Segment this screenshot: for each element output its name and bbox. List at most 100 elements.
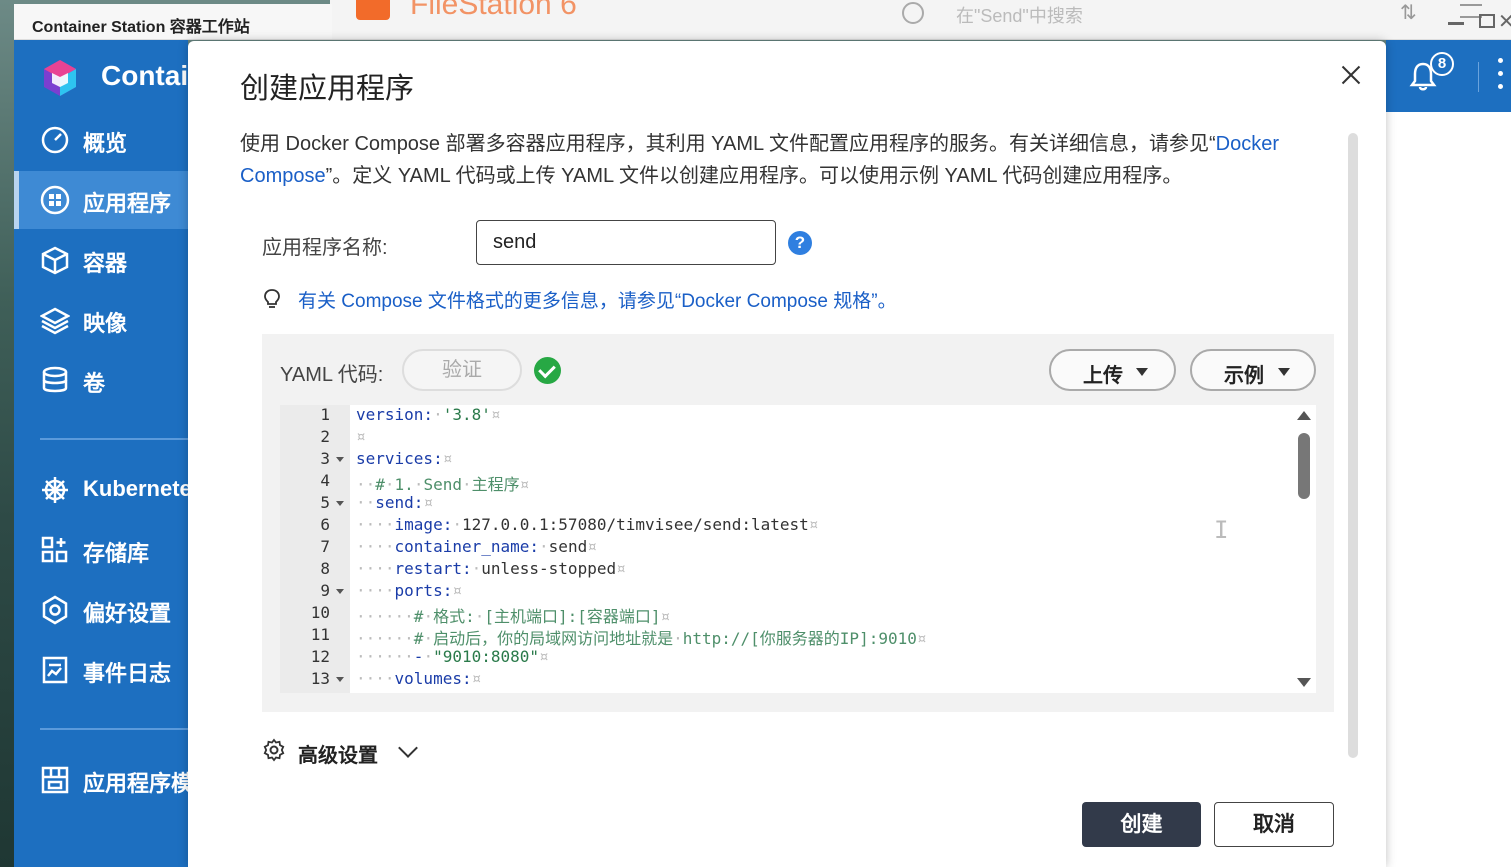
- line-number: 3: [320, 449, 330, 468]
- sidebar-item-containers[interactable]: 容器: [14, 231, 188, 289]
- caret-down-icon: [1278, 368, 1290, 376]
- text-cursor-icon: I: [1214, 516, 1229, 544]
- gear-icon: [42, 595, 68, 625]
- app-name-label: 应用程序名称:: [262, 237, 388, 259]
- gear-icon: [263, 738, 285, 762]
- help-icon[interactable]: ?: [788, 231, 812, 255]
- code-line: version:·'3.8'¤: [356, 405, 501, 424]
- sidebar-item-repository[interactable]: 存储库: [14, 521, 188, 579]
- editor-scrollbar[interactable]: [1298, 433, 1310, 499]
- database-icon: [42, 366, 68, 393]
- sidebar-item-label: 卷: [83, 371, 106, 396]
- chevron-down-icon[interactable]: [398, 738, 418, 758]
- sidebar-item-app-templates[interactable]: 应用程序模板: [14, 751, 215, 809]
- description-text: 使用 Docker Compose 部署多容器应用程序，其利用 YAML 文件配…: [240, 133, 1216, 155]
- fold-toggle-icon[interactable]: [336, 589, 344, 594]
- topbar-divider: [1478, 62, 1479, 92]
- verify-button[interactable]: 验证: [402, 349, 522, 391]
- window-title: Container Station 容器工作站: [32, 19, 250, 36]
- code-line: ······-·"9010:8080"¤: [356, 647, 549, 666]
- code-line: ····container_name:·send¤: [356, 537, 597, 556]
- sidebar-item-label: 应用程序: [83, 191, 172, 216]
- line-number: 4: [320, 471, 330, 490]
- minimize-icon[interactable]: [1446, 10, 1466, 30]
- line-number: 2: [320, 427, 330, 446]
- sidebar-item-images[interactable]: 映像: [14, 291, 188, 349]
- maximize-icon[interactable]: [1476, 10, 1496, 30]
- check-circle-icon: [534, 357, 561, 384]
- line-number: 6: [320, 515, 330, 534]
- sidebar-item-label: 概览: [83, 131, 128, 156]
- line-number: 12: [310, 647, 330, 666]
- close-icon[interactable]: [1338, 63, 1364, 89]
- code-line: ····restart:·unless-stopped¤: [356, 559, 626, 578]
- app-name-input[interactable]: [476, 220, 776, 265]
- code-line: ··send:¤: [356, 493, 434, 512]
- line-number: 5: [320, 493, 330, 512]
- sidebar-item-kubernetes[interactable]: Kubernetes: [14, 461, 204, 519]
- dialog-description: 使用 Docker Compose 部署多容器应用程序，其利用 YAML 文件配…: [240, 128, 1340, 192]
- sidebar-item-label: 容器: [83, 251, 128, 276]
- notification-count-badge: 8: [1430, 52, 1454, 76]
- line-number: 13: [310, 669, 330, 688]
- container-station-logo-icon: [44, 60, 76, 96]
- lightbulb-icon: [264, 289, 280, 308]
- fold-toggle-icon[interactable]: [336, 457, 344, 462]
- topbar-actions: 8: [1386, 40, 1511, 112]
- code-line: ····volumes:¤: [356, 669, 482, 688]
- window-close-icon[interactable]: ✕: [1498, 12, 1511, 32]
- scroll-down-arrow-icon[interactable]: [1297, 678, 1311, 687]
- more-options-icon[interactable]: [1498, 58, 1504, 94]
- sidebar-item-label: 存储库: [83, 541, 150, 566]
- sidebar-item-label: 事件日志: [83, 661, 172, 686]
- template-icon: [41, 766, 69, 794]
- code-line: ····image:·127.0.0.1:57080/timvisee/send…: [356, 515, 819, 534]
- example-button[interactable]: 示例: [1190, 349, 1316, 391]
- line-number: 10: [310, 603, 330, 622]
- compose-spec-link[interactable]: 有关 Compose 文件格式的更多信息，请参见“Docker Compose …: [298, 286, 897, 313]
- create-app-dialog: 创建应用程序 使用 Docker Compose 部署多容器应用程序，其利用 Y…: [188, 41, 1386, 867]
- layers-icon: [40, 307, 70, 335]
- fold-toggle-icon[interactable]: [336, 677, 344, 682]
- apps-icon: [40, 185, 70, 215]
- code-line: ······#·启动后，你的局域网访问地址就是·http://[你服务器的IP]…: [356, 629, 927, 648]
- sidebar-item-preferences[interactable]: 偏好设置: [14, 581, 188, 639]
- window-titlebar: Container Station 容器工作站: [14, 4, 332, 40]
- sidebar-item-apps[interactable]: 应用程序: [14, 171, 188, 229]
- yaml-code-label: YAML 代码:: [280, 364, 384, 386]
- sidebar-item-event-log[interactable]: 事件日志: [14, 641, 188, 699]
- code-line: ··#·1.·Send·主程序¤: [356, 475, 530, 494]
- advanced-settings-toggle[interactable]: 高级设置: [298, 739, 378, 768]
- repo-icon: [41, 536, 68, 563]
- line-number: 7: [320, 537, 330, 556]
- yaml-code-editor[interactable]: 1 version:·'3.8'¤ 2 ¤ 3 services:¤ 4 ··#·1.·Sen…: [280, 405, 1316, 693]
- code-line: ····ports:¤: [356, 581, 462, 600]
- dialog-scrollbar[interactable]: [1348, 133, 1358, 758]
- line-number: 11: [310, 625, 330, 644]
- sidebar-divider: [40, 728, 188, 730]
- create-button[interactable]: 创建: [1082, 802, 1201, 847]
- sidebar: Container Station 概览 应用程序 容器 映像 卷 Kubern…: [14, 40, 334, 867]
- code-line: services:¤: [356, 449, 453, 468]
- yaml-panel: YAML 代码: 验证 上传 示例 1 version:·'3.8'¤ 2 ¤ 3 ser…: [262, 334, 1334, 712]
- main-content-area: [1386, 112, 1511, 867]
- cancel-button[interactable]: 取消: [1214, 802, 1334, 847]
- line-number: 1: [320, 405, 330, 424]
- line-number: 8: [320, 559, 330, 578]
- line-number: 9: [320, 581, 330, 600]
- upload-button-label: 上传: [1083, 365, 1123, 387]
- sidebar-divider: [40, 438, 188, 440]
- sidebar-item-label: Kubernetes: [83, 476, 205, 501]
- code-line: ¤: [356, 427, 366, 446]
- caret-down-icon: [1136, 368, 1148, 376]
- upload-button[interactable]: 上传: [1049, 349, 1176, 391]
- example-button-label: 示例: [1224, 365, 1264, 387]
- scroll-up-arrow-icon[interactable]: [1297, 411, 1311, 420]
- code-line: ······#·格式:·[主机端口]:[容器端口]¤: [356, 607, 671, 626]
- log-icon: [42, 656, 68, 684]
- sidebar-item-label: 映像: [83, 311, 128, 336]
- sidebar-item-overview[interactable]: 概览: [14, 111, 188, 169]
- fold-toggle-icon[interactable]: [336, 501, 344, 506]
- sidebar-item-label: 偏好设置: [83, 601, 172, 626]
- sidebar-item-volumes[interactable]: 卷: [14, 351, 188, 409]
